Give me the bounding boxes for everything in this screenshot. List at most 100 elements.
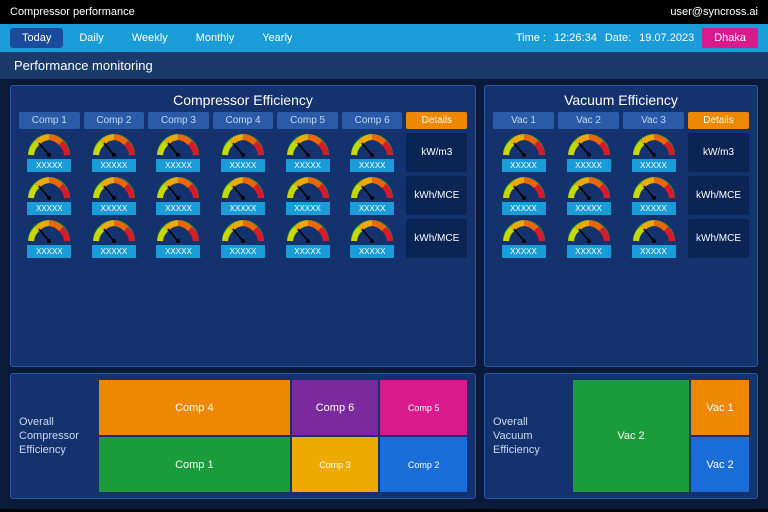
gauge-value: XXXXX bbox=[221, 202, 265, 215]
gauge-value: XXXXX bbox=[567, 245, 611, 258]
compressor-treemap: Overall Compressor Efficiency Comp 4 Com… bbox=[10, 373, 476, 499]
gauge-cell: XXXXX bbox=[19, 176, 80, 215]
nav-daily[interactable]: Daily bbox=[67, 28, 115, 48]
gauge-value: XXXXX bbox=[350, 202, 394, 215]
gauge-cell: XXXXX bbox=[277, 176, 338, 215]
vacuum-tabs: Vac 1 Vac 2 Vac 3 Details bbox=[493, 112, 749, 129]
tab-comp1[interactable]: Comp 1 bbox=[19, 112, 80, 129]
treemap-vac-label: Overall Vacuum Efficiency bbox=[493, 380, 565, 492]
tm-comp3[interactable]: Comp 3 bbox=[292, 437, 379, 492]
gauge-value: XXXXX bbox=[632, 202, 676, 215]
gauge-cell: XXXXX bbox=[342, 133, 403, 172]
gauge-cell: XXXXX bbox=[84, 219, 145, 258]
date-value: 19.07.2023 bbox=[639, 32, 694, 44]
gauge-value: XXXXX bbox=[156, 159, 200, 172]
time-label: Time : bbox=[516, 32, 546, 44]
unit-label: kW/m3 bbox=[406, 133, 467, 172]
tm-vac2b[interactable]: Vac 2 bbox=[691, 437, 749, 492]
gauge-icon bbox=[502, 133, 546, 157]
gauge-icon bbox=[632, 133, 676, 157]
compressor-details-button[interactable]: Details bbox=[406, 112, 467, 129]
gauge-cell: XXXXX bbox=[558, 133, 619, 172]
gauge-icon bbox=[632, 176, 676, 200]
gauge-value: XXXXX bbox=[502, 202, 546, 215]
vacuum-panel: Vacuum Efficiency Vac 1 Vac 2 Vac 3 Deta… bbox=[484, 85, 758, 367]
gauge-icon bbox=[350, 133, 394, 157]
tm-vac1[interactable]: Vac 1 bbox=[691, 380, 749, 435]
gauge-cell: XXXXX bbox=[277, 219, 338, 258]
unit-label: kW/m3 bbox=[688, 133, 749, 172]
page-subtitle: Performance monitoring bbox=[0, 52, 768, 79]
gauge-value: XXXXX bbox=[286, 202, 330, 215]
tm-comp5[interactable]: Comp 5 bbox=[380, 380, 467, 435]
tab-comp6[interactable]: Comp 6 bbox=[342, 112, 403, 129]
unit-label: kWh/MCE bbox=[406, 219, 467, 258]
compressor-panel: Compressor Efficiency Comp 1 Comp 2 Comp… bbox=[10, 85, 476, 367]
gauge-cell: XXXXX bbox=[213, 176, 274, 215]
gauge-cell: XXXXX bbox=[213, 219, 274, 258]
tab-comp4[interactable]: Comp 4 bbox=[213, 112, 274, 129]
unit-label: kWh/MCE bbox=[688, 176, 749, 215]
gauge-value: XXXXX bbox=[92, 245, 136, 258]
gauge-value: XXXXX bbox=[286, 159, 330, 172]
gauge-icon bbox=[286, 176, 330, 200]
gauge-cell: XXXXX bbox=[148, 133, 209, 172]
gauge-icon bbox=[92, 133, 136, 157]
user-email: user@syncross.ai bbox=[670, 6, 758, 18]
gauge-cell: XXXXX bbox=[342, 176, 403, 215]
gauge-icon bbox=[286, 219, 330, 243]
gauge-icon bbox=[221, 133, 265, 157]
tab-vac3[interactable]: Vac 3 bbox=[623, 112, 684, 129]
nav-weekly[interactable]: Weekly bbox=[120, 28, 180, 48]
gauge-value: XXXXX bbox=[156, 202, 200, 215]
time-value: 12:26:34 bbox=[554, 32, 597, 44]
compressor-tabs: Comp 1 Comp 2 Comp 3 Comp 4 Comp 5 Comp … bbox=[19, 112, 467, 129]
tm-comp4[interactable]: Comp 4 bbox=[99, 380, 290, 435]
gauge-value: XXXXX bbox=[502, 245, 546, 258]
gauge-value: XXXXX bbox=[350, 245, 394, 258]
gauge-cell: XXXXX bbox=[623, 219, 684, 258]
gauge-icon bbox=[156, 219, 200, 243]
tm-comp1[interactable]: Comp 1 bbox=[99, 437, 290, 492]
vacuum-details-button[interactable]: Details bbox=[688, 112, 749, 129]
nav-monthly[interactable]: Monthly bbox=[184, 28, 247, 48]
gauge-icon bbox=[92, 219, 136, 243]
gauge-icon bbox=[502, 176, 546, 200]
gauge-cell: XXXXX bbox=[558, 176, 619, 215]
app-title: Compressor performance bbox=[10, 6, 135, 18]
nav-yearly[interactable]: Yearly bbox=[250, 28, 304, 48]
main-content: Compressor Efficiency Comp 1 Comp 2 Comp… bbox=[0, 79, 768, 509]
tm-vac2a[interactable]: Vac 2 bbox=[573, 380, 689, 492]
gauge-cell: XXXXX bbox=[493, 176, 554, 215]
tab-comp5[interactable]: Comp 5 bbox=[277, 112, 338, 129]
nav-today[interactable]: Today bbox=[10, 28, 63, 48]
gauge-value: XXXXX bbox=[27, 202, 71, 215]
unit-label: kWh/MCE bbox=[406, 176, 467, 215]
gauge-cell: XXXXX bbox=[493, 219, 554, 258]
gauge-icon bbox=[632, 219, 676, 243]
gauge-value: XXXXX bbox=[286, 245, 330, 258]
gauge-value: XXXXX bbox=[221, 245, 265, 258]
unit-label: kWh/MCE bbox=[688, 219, 749, 258]
gauge-icon bbox=[350, 176, 394, 200]
gauge-value: XXXXX bbox=[221, 159, 265, 172]
tab-comp3[interactable]: Comp 3 bbox=[148, 112, 209, 129]
gauge-icon bbox=[92, 176, 136, 200]
tm-comp6[interactable]: Comp 6 bbox=[292, 380, 379, 435]
gauge-icon bbox=[156, 176, 200, 200]
tab-comp2[interactable]: Comp 2 bbox=[84, 112, 145, 129]
tm-comp2[interactable]: Comp 2 bbox=[380, 437, 467, 492]
location-badge[interactable]: Dhaka bbox=[702, 28, 758, 48]
gauge-cell: XXXXX bbox=[558, 219, 619, 258]
gauge-icon bbox=[221, 219, 265, 243]
gauge-cell: XXXXX bbox=[493, 133, 554, 172]
gauge-value: XXXXX bbox=[567, 159, 611, 172]
gauge-icon bbox=[221, 176, 265, 200]
compressor-title: Compressor Efficiency bbox=[19, 92, 467, 108]
gauge-value: XXXXX bbox=[92, 159, 136, 172]
gauge-icon bbox=[27, 219, 71, 243]
tab-vac1[interactable]: Vac 1 bbox=[493, 112, 554, 129]
gauge-cell: XXXXX bbox=[148, 176, 209, 215]
tab-vac2[interactable]: Vac 2 bbox=[558, 112, 619, 129]
gauge-icon bbox=[286, 133, 330, 157]
